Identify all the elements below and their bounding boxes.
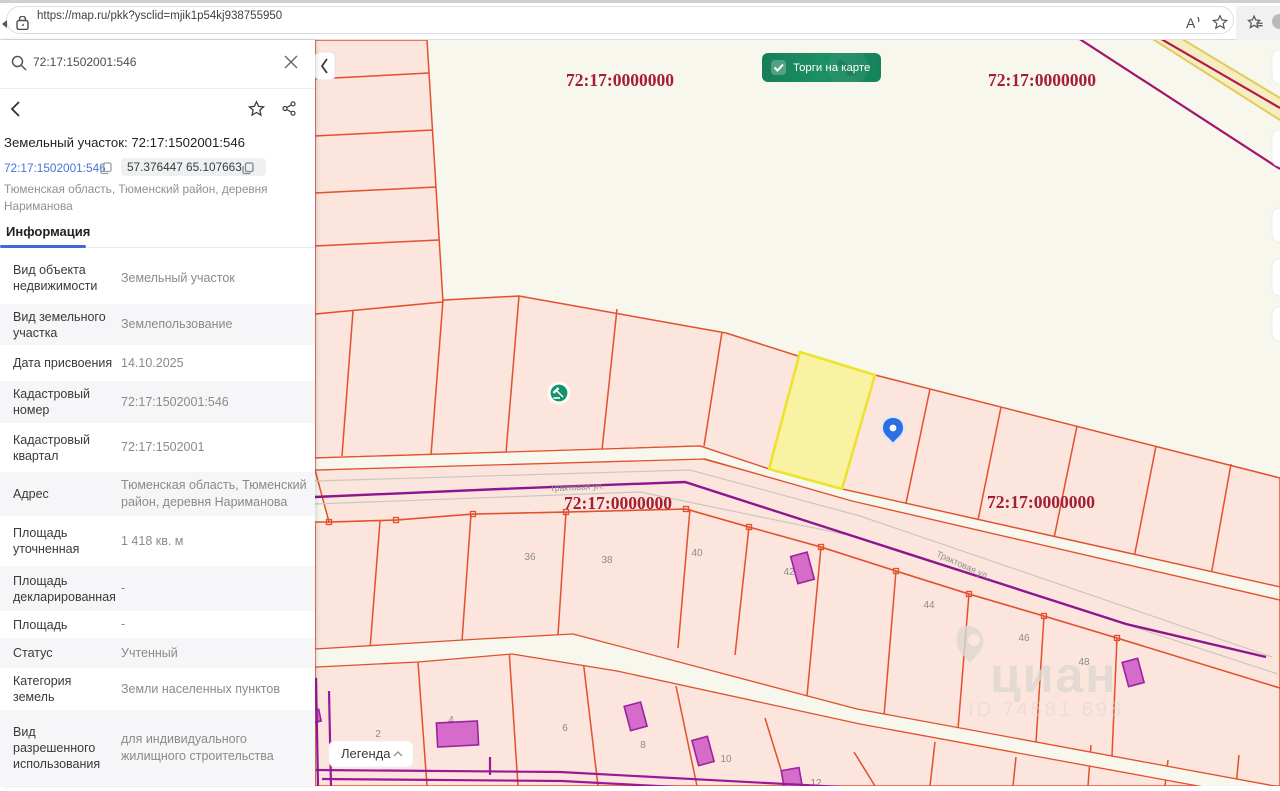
svg-text:72:17:0000000: 72:17:0000000: [564, 493, 672, 513]
svg-text:6: 6: [562, 723, 568, 734]
svg-text:46: 46: [1018, 633, 1030, 644]
svg-text:циан: циан: [990, 647, 1117, 703]
svg-text:A: A: [1186, 15, 1196, 30]
svg-text:ID 74581 698: ID 74581 698: [968, 699, 1124, 721]
svg-text:10: 10: [720, 754, 732, 765]
svg-text:44: 44: [923, 600, 935, 611]
svg-text:40: 40: [691, 548, 703, 559]
svg-text:2: 2: [375, 729, 381, 740]
svg-text:72:17:0000000: 72:17:0000000: [987, 492, 1095, 512]
svg-text:38: 38: [601, 555, 613, 566]
svg-text:8: 8: [640, 740, 646, 751]
svg-text:72:17:0000000: 72:17:0000000: [566, 70, 674, 90]
svg-text:36: 36: [524, 552, 536, 563]
svg-text:Легенда: Легенда: [341, 746, 391, 761]
svg-text:72:17:0000000: 72:17:0000000: [988, 70, 1096, 90]
svg-text:Торги на карте: Торги на карте: [793, 62, 870, 74]
